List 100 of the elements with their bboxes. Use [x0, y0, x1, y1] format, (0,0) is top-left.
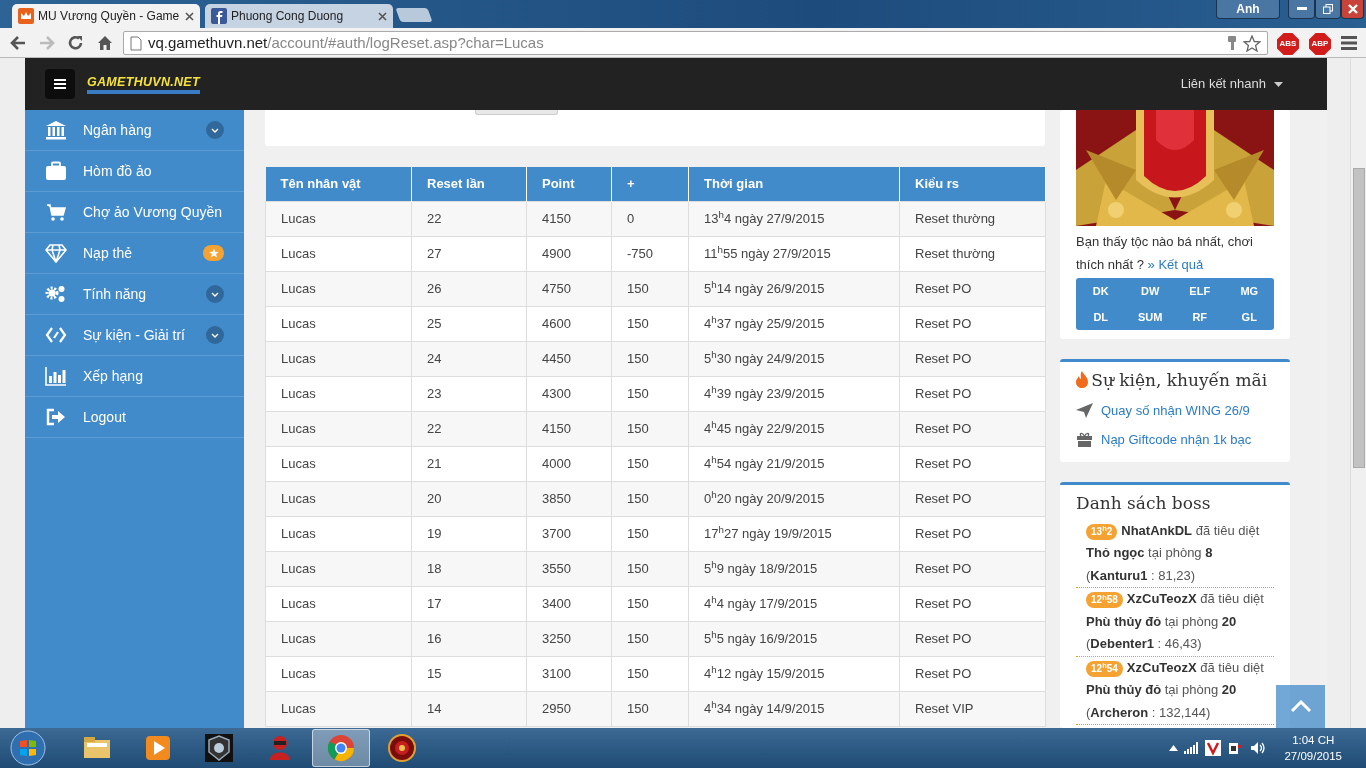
table-cell: -750 [611, 236, 689, 271]
quick-links-dropdown[interactable]: Liên kết nhanh [1180, 74, 1283, 94]
table-cell: Reset PO [899, 621, 1046, 656]
table-cell: 150 [611, 271, 689, 306]
sidebar-item[interactable]: Sự kiện - Giải trí [25, 315, 244, 356]
star-icon[interactable] [1243, 34, 1261, 52]
gift-icon [1076, 432, 1093, 448]
table-cell: 3400 [526, 586, 612, 621]
boss-kill-entry: 12$^{h}$58 XzCuTeozX đã tiêu diệt Phù thủy đỏ tại phòng 20 (Debenter1 : 46,43) [1076, 588, 1274, 657]
results-link[interactable]: » Kết quả [1147, 257, 1204, 272]
chevron-up-icon [1289, 700, 1312, 713]
table-cell: Reset PO [899, 271, 1046, 306]
site-logo[interactable]: GAMETHUVN.NET [87, 74, 200, 94]
show-hidden-icon[interactable] [1168, 745, 1178, 751]
class-button[interactable]: GL [1224, 304, 1274, 330]
close-icon[interactable] [378, 11, 387, 21]
fire-icon [1076, 370, 1088, 388]
back-to-top-button[interactable] [1276, 685, 1325, 728]
card-title: Sự kiện, khuyến mãi [1091, 369, 1268, 392]
table-cell: Reset thường [899, 201, 1046, 236]
menu-button[interactable] [45, 69, 75, 99]
menu-icon [54, 79, 66, 89]
reload-icon[interactable] [67, 33, 85, 52]
table-cell: 4$^{h}$45 ngày 22/9/2015 [688, 411, 900, 446]
key-icon[interactable] [1227, 35, 1237, 51]
table-cell: 5$^{h}$30 ngày 24/9/2015 [688, 341, 900, 376]
start-button[interactable] [8, 729, 48, 767]
user-button[interactable]: Anh [1216, 0, 1280, 19]
class-button[interactable]: DW [1125, 278, 1175, 304]
game-icon [203, 732, 235, 764]
table-cell: Reset PO [899, 446, 1046, 481]
star-icon [203, 245, 224, 261]
table-cell: Lucas [265, 516, 412, 551]
table-cell: Lucas [265, 621, 412, 656]
table-cell: 26 [411, 271, 527, 306]
table-cell: 150 [611, 516, 689, 551]
sidebar-item[interactable]: Xếp hạng [25, 356, 244, 397]
table-cell: 2950 [526, 691, 612, 726]
browser-tab[interactable]: Phuong Cong Duong [205, 4, 393, 28]
browser-tab[interactable]: MU Vương Quyền - Game [12, 4, 200, 28]
signal-icon[interactable] [1184, 742, 1199, 754]
table-cell: Reset PO [899, 306, 1046, 341]
class-button[interactable]: MG [1224, 278, 1274, 304]
table-cell: 17$^{h}$27 ngày 19/9/2015 [688, 516, 900, 551]
scrollbar[interactable] [1350, 58, 1366, 728]
table-cell: 150 [611, 376, 689, 411]
table-cell: Lucas [265, 551, 412, 586]
class-button[interactable]: DK [1076, 278, 1126, 304]
back-icon[interactable] [9, 33, 27, 52]
table-cell: 4$^{h}$39 ngày 23/9/2015 [688, 376, 900, 411]
sidebar-item[interactable]: Hòm đồ ảo [25, 151, 244, 192]
table-cell: 150 [611, 481, 689, 516]
new-tab-button[interactable] [395, 8, 433, 22]
promotion-link[interactable]: Quay số nhận WING 26/9 [1101, 401, 1250, 421]
page-icon [130, 35, 142, 51]
table-cell: 4$^{h}$12 ngày 15/9/2015 [688, 656, 900, 691]
column-header: Reset lần [411, 167, 527, 201]
table-cell: 150 [611, 586, 689, 621]
column-header: + [611, 167, 689, 201]
table-cell: Reset PO [899, 516, 1046, 551]
table-cell: 22 [411, 201, 527, 236]
device-icon[interactable] [1227, 740, 1244, 756]
table-cell: 20 [411, 481, 527, 516]
table-cell: 4000 [526, 446, 612, 481]
sidebar-item[interactable]: Ngân hàng [25, 110, 244, 151]
table-cell: 22 [411, 411, 527, 446]
table-cell: Lucas [265, 481, 412, 516]
minimize-button[interactable] [1288, 0, 1315, 19]
restore-button[interactable] [1315, 0, 1341, 19]
class-button[interactable]: DL [1076, 304, 1126, 330]
table-cell: 150 [611, 411, 689, 446]
promotion-link[interactable]: Nạp Giftcode nhận 1k bạc [1101, 430, 1252, 450]
table-cell: Lucas [265, 446, 412, 481]
column-header: Thời gian [688, 167, 900, 201]
table-cell: 150 [611, 446, 689, 481]
table-cell: Reset thường [899, 236, 1046, 271]
table-cell: 25 [411, 306, 527, 341]
class-button[interactable]: SUM [1125, 304, 1175, 330]
table-cell: 3250 [526, 621, 612, 656]
speaker-icon[interactable] [1249, 741, 1266, 755]
sidebar-item[interactable]: Nạp thẻ [25, 233, 244, 274]
sidebar-item[interactable]: Chợ ảo Vương Quyền [25, 192, 244, 233]
home-icon[interactable] [96, 33, 114, 52]
close-button[interactable] [1341, 0, 1364, 19]
class-button[interactable]: ELF [1175, 278, 1225, 304]
close-icon[interactable] [185, 11, 194, 21]
antivirus-icon[interactable] [1204, 740, 1221, 756]
address-bar[interactable]: vq.gamethuvn.net/account/#auth/logReset.asp?char=Lucas [123, 31, 1268, 55]
link-icon [45, 325, 67, 345]
table-cell: 21 [411, 446, 527, 481]
table-cell: 3100 [526, 656, 612, 691]
table-cell: 4450 [526, 341, 612, 376]
class-button[interactable]: RF [1175, 304, 1225, 330]
sidebar-item[interactable]: Tính năng [25, 274, 244, 315]
table-cell: Lucas [265, 201, 412, 236]
clock[interactable]: 1:04 CH 27/09/2015 [1284, 732, 1342, 764]
menu-icon[interactable] [1341, 36, 1357, 50]
crown-icon [18, 8, 34, 24]
table-cell: Lucas [265, 341, 412, 376]
table-cell: 150 [611, 306, 689, 341]
